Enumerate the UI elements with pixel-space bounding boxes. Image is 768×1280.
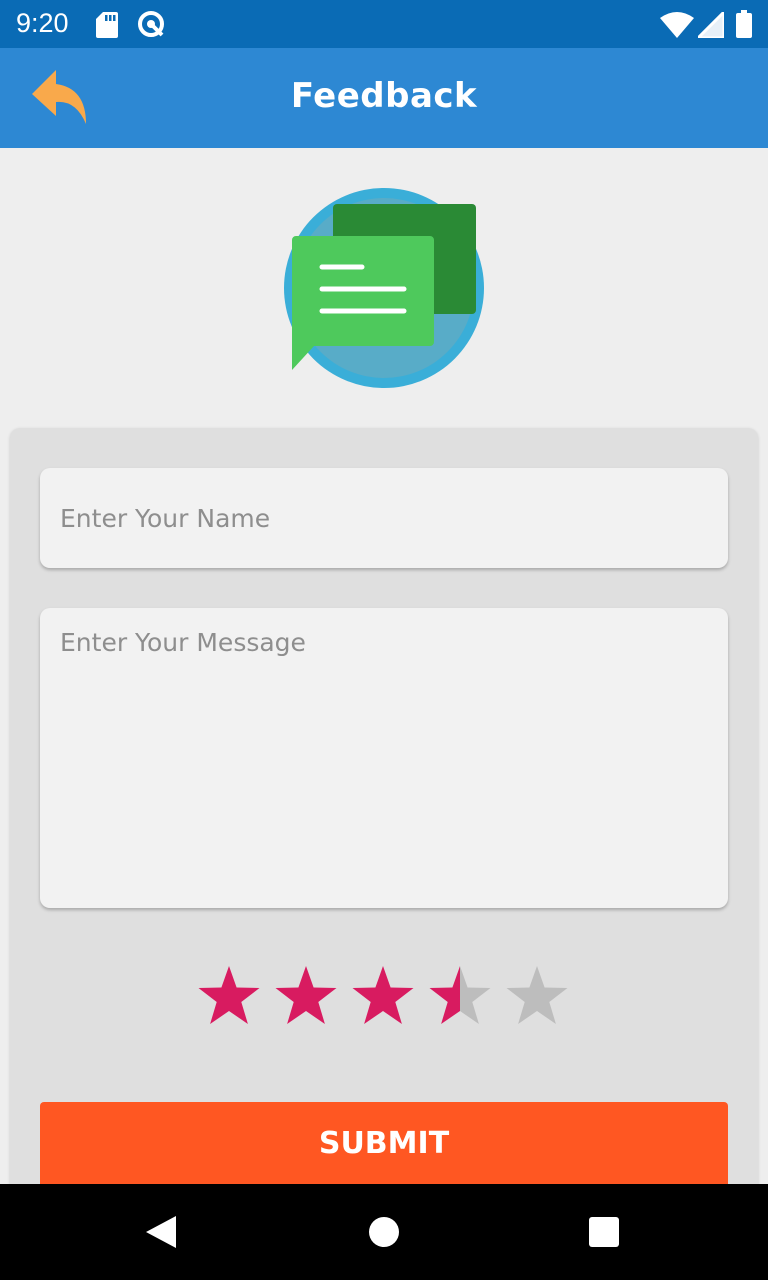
status-bar: 9:20 bbox=[0, 0, 768, 48]
message-input[interactable] bbox=[40, 608, 728, 908]
star-icon[interactable] bbox=[427, 964, 493, 1030]
toolbar: Feedback bbox=[0, 48, 768, 148]
battery-icon bbox=[736, 10, 752, 38]
sd-card-icon bbox=[96, 12, 118, 38]
feedback-card: SUBMIT bbox=[10, 428, 758, 1198]
star-icon[interactable] bbox=[350, 964, 416, 1030]
nav-home-icon[interactable] bbox=[368, 1216, 400, 1248]
nav-recents-icon[interactable] bbox=[588, 1216, 620, 1248]
status-time: 9:20 bbox=[16, 8, 69, 38]
star-rating[interactable] bbox=[196, 964, 576, 1030]
chat-bubbles-icon bbox=[284, 188, 484, 388]
page-title: Feedback bbox=[290, 76, 478, 116]
wifi-icon bbox=[660, 12, 694, 38]
star-icon[interactable] bbox=[504, 964, 570, 1030]
name-input[interactable] bbox=[40, 468, 728, 568]
data-saver-icon bbox=[138, 11, 164, 37]
star-icon[interactable] bbox=[196, 964, 262, 1030]
nav-back-icon[interactable] bbox=[144, 1214, 178, 1250]
star-icon[interactable] bbox=[273, 964, 339, 1030]
navigation-bar bbox=[0, 1184, 768, 1280]
cell-signal-icon bbox=[698, 12, 724, 38]
